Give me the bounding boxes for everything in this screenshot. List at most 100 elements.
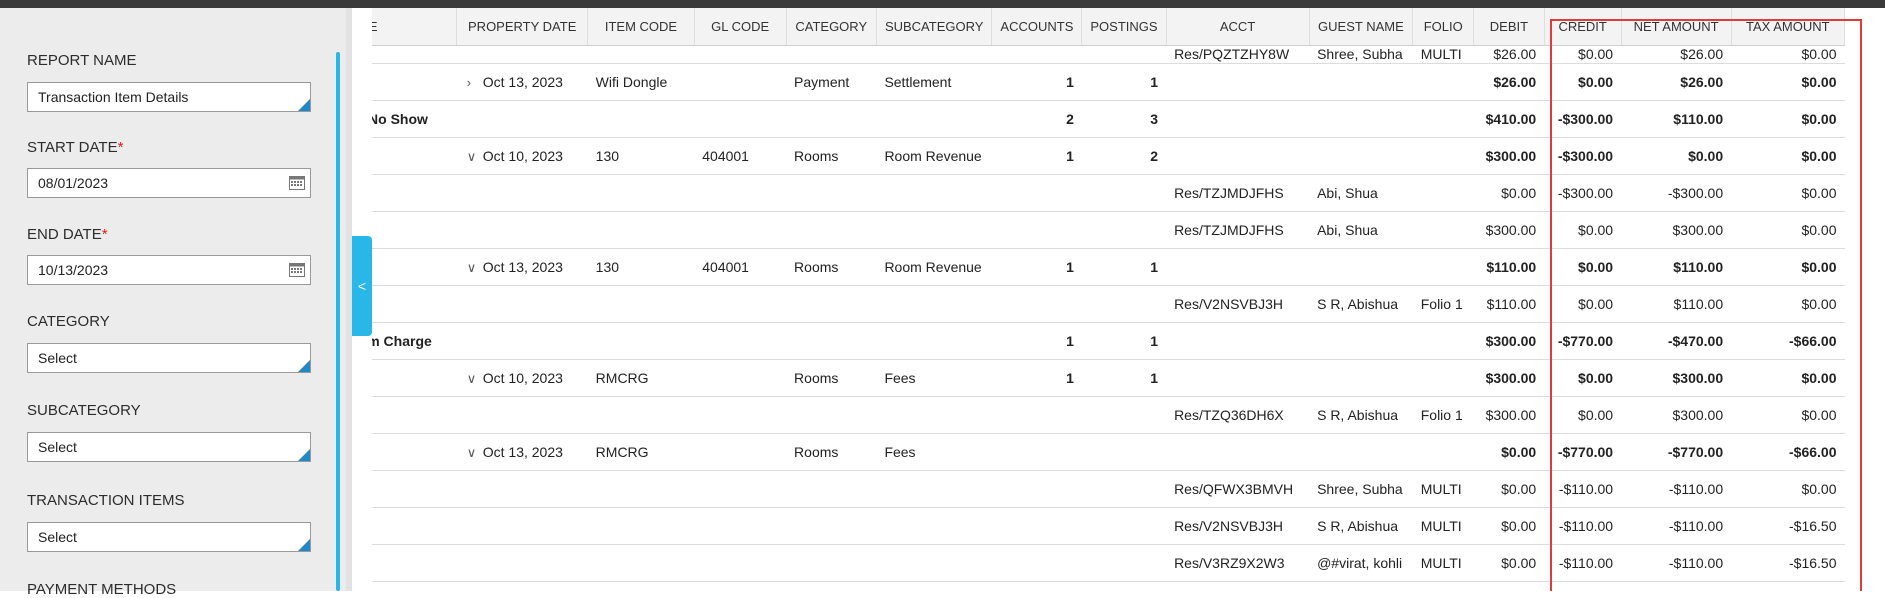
transaction-items-select[interactable]: Select — [27, 522, 311, 552]
debit-cell: $110.00 — [1473, 248, 1545, 286]
gl-code-cell — [694, 322, 787, 360]
col-header-debit[interactable]: DEBIT — [1473, 8, 1545, 46]
acct-cell — [1166, 100, 1310, 138]
end-date-input[interactable]: 10/13/2023 — [27, 255, 311, 285]
table-row[interactable]: Res/TZQ36DH6X S R, Abishua Folio 1 $300.00 $… — [372, 396, 1845, 434]
net-amount-cell: $26.00 — [1621, 45, 1732, 64]
col-header-subcategory[interactable]: SUBCATEGORY — [876, 8, 993, 46]
name-cell — [372, 507, 457, 545]
panel-scrollbar[interactable] — [336, 52, 340, 591]
table-row[interactable]: › Oct 13, 2023 Wifi Dongle Payment Settlemen… — [372, 63, 1845, 101]
col-header-acct[interactable]: ACCT — [1166, 8, 1310, 46]
property-date-cell — [456, 507, 588, 545]
panel-collapse-button[interactable]: < — [352, 236, 372, 336]
col-header-guest-name[interactable]: GUEST NAME — [1309, 8, 1414, 46]
table-row[interactable]: ∨ Oct 10, 2023 130 404001 Rooms Room Revenue 1… — [372, 137, 1845, 175]
credit-cell: -$300.00 — [1544, 100, 1622, 138]
name-cell — [372, 396, 457, 434]
calendar-icon[interactable] — [289, 175, 305, 190]
subcategory-cell: Settlement — [876, 63, 992, 101]
table-row[interactable]: Room Charge 11 $300.00-$770.00-$470.00-$66… — [372, 322, 1845, 360]
net-amount-cell: $110.00 — [1621, 248, 1732, 286]
table-row[interactable]: Res/V2NSVBJ3H S R, Abishua MULTI $0.00 -$110… — [372, 507, 1845, 545]
table-row[interactable]: ∨ Oct 10, 2023 RMCRG Rooms Fees 1 1 $300.00 $0.0… — [372, 359, 1845, 397]
chevron-down-icon[interactable]: ∨ — [467, 445, 483, 461]
property-date-value: Oct 13, 2023 — [482, 443, 563, 460]
property-date-cell — [456, 285, 588, 323]
col-header-postings[interactable]: POSTINGS — [1081, 8, 1167, 46]
chevron-down-icon[interactable]: ∨ — [467, 149, 483, 165]
category-cell — [786, 211, 877, 249]
table-row[interactable]: Res/TZJMDJFHS Abi, Shua $300.00 $0.00 $300.0… — [372, 211, 1845, 249]
postings-cell: 1 — [1081, 63, 1167, 101]
col-header-folio[interactable]: FOLIO — [1412, 8, 1475, 46]
col-header-property-date[interactable]: PROPERTY DATE — [456, 8, 589, 46]
subcategory-cell — [876, 470, 992, 508]
chevron-down-icon[interactable]: ∨ — [467, 260, 483, 276]
subcategory-select[interactable]: Select — [27, 432, 311, 462]
folio-cell: Folio 1 — [1412, 285, 1474, 323]
table-row[interactable]: eed No Show 23 $410.00-$300.00$110.00$0.00 — [372, 100, 1845, 138]
col-header-category[interactable]: CATEGORY — [786, 8, 877, 46]
filter-panel: REPORT NAME Transaction Item Details STA… — [0, 8, 352, 598]
postings-cell: 1 — [1081, 248, 1167, 286]
chevron-right-icon[interactable]: › — [467, 75, 483, 90]
table-row[interactable]: Res/V3RZ9X2W3 @#virat, kohli MULTI $0.00 -$1… — [372, 544, 1845, 582]
col-header-item-code[interactable]: ITEM CODE — [587, 8, 695, 46]
name-cell — [372, 137, 457, 175]
accounts-cell: 1 — [991, 359, 1082, 397]
end-date-value: 10/13/2023 — [38, 262, 109, 278]
postings-cell — [1081, 211, 1167, 249]
subcategory-cell — [876, 396, 992, 434]
net-amount-cell: $300.00 — [1621, 211, 1732, 249]
accounts-cell — [991, 211, 1082, 249]
category-select[interactable]: Select — [27, 343, 311, 373]
folio-cell: MULTI — [1412, 470, 1474, 508]
tax-amount-cell: $0.00 — [1731, 359, 1845, 397]
col-header-credit[interactable]: CREDIT — [1544, 8, 1622, 46]
credit-cell: -$770.00 — [1544, 433, 1622, 471]
col-header-tax-amount[interactable]: TAX AMOUNT — [1731, 8, 1846, 46]
report-table: NAME PROPERTY DATE ITEM CODE GL CODE CAT… — [372, 8, 1846, 582]
guest-name-cell — [1309, 359, 1413, 397]
table-row[interactable]: ∨ Oct 13, 2023 RMCRG Rooms Fees $0.00 -$770.00… — [372, 433, 1845, 471]
gl-code-cell — [694, 470, 787, 508]
col-header-gl-code[interactable]: GL CODE — [694, 8, 787, 46]
accounts-cell — [991, 45, 1082, 64]
credit-cell: -$770.00 — [1544, 322, 1622, 360]
gl-code-cell — [694, 45, 787, 64]
gl-code-cell — [694, 63, 787, 101]
tax-amount-cell: $0.00 — [1731, 285, 1845, 323]
start-date-input[interactable]: 08/01/2023 — [27, 168, 311, 198]
guest-name-cell: Shree, Subha — [1309, 45, 1413, 64]
property-date-cell — [456, 470, 588, 508]
guest-name-cell — [1309, 137, 1413, 175]
gl-code-cell — [694, 100, 787, 138]
dropdown-corner-icon — [298, 99, 310, 111]
table-row[interactable]: Res/PQZTZHY8W Shree, Subha MULTI $26.00 $0.0… — [372, 45, 1845, 64]
acct-cell: Res/TZJMDJFHS — [1166, 211, 1310, 249]
calendar-icon[interactable] — [289, 262, 305, 277]
name-cell: Room Charge — [372, 322, 457, 360]
debit-cell: $300.00 — [1473, 359, 1545, 397]
chevron-down-icon[interactable]: ∨ — [467, 371, 483, 387]
postings-cell: 1 — [1081, 359, 1167, 397]
property-date-cell: ∨ Oct 13, 2023 — [456, 433, 588, 471]
col-header-name[interactable]: NAME — [372, 8, 458, 46]
debit-cell: $0.00 — [1473, 544, 1545, 582]
subcategory-cell: Room Revenue — [876, 137, 992, 175]
table-row[interactable]: Res/TZJMDJFHS Abi, Shua $0.00 -$300.00 -$300… — [372, 174, 1845, 212]
table-header-row: NAME PROPERTY DATE ITEM CODE GL CODE CAT… — [372, 8, 1846, 46]
col-header-net-amount[interactable]: NET AMOUNT — [1621, 8, 1732, 46]
tax-amount-cell: $0.00 — [1731, 45, 1845, 64]
postings-cell: 3 — [1081, 100, 1167, 138]
col-header-accounts[interactable]: ACCOUNTS — [991, 8, 1083, 46]
report-name-select[interactable]: Transaction Item Details — [27, 82, 311, 112]
table-row[interactable]: Res/QFWX3BMVH Shree, Subha MULTI $0.00 -$110… — [372, 470, 1845, 508]
payment-methods-label: PAYMENT METHODS — [27, 581, 177, 598]
table-row[interactable]: Res/V2NSVBJ3H S R, Abishua Folio 1 $110.00 $… — [372, 285, 1845, 323]
table-row[interactable]: ∨ Oct 13, 2023 130 404001 Rooms Room Revenue 1… — [372, 248, 1845, 286]
folio-cell: MULTI — [1412, 544, 1474, 582]
property-date-cell: ∨ Oct 10, 2023 — [456, 359, 588, 397]
debit-cell: $300.00 — [1473, 137, 1545, 175]
